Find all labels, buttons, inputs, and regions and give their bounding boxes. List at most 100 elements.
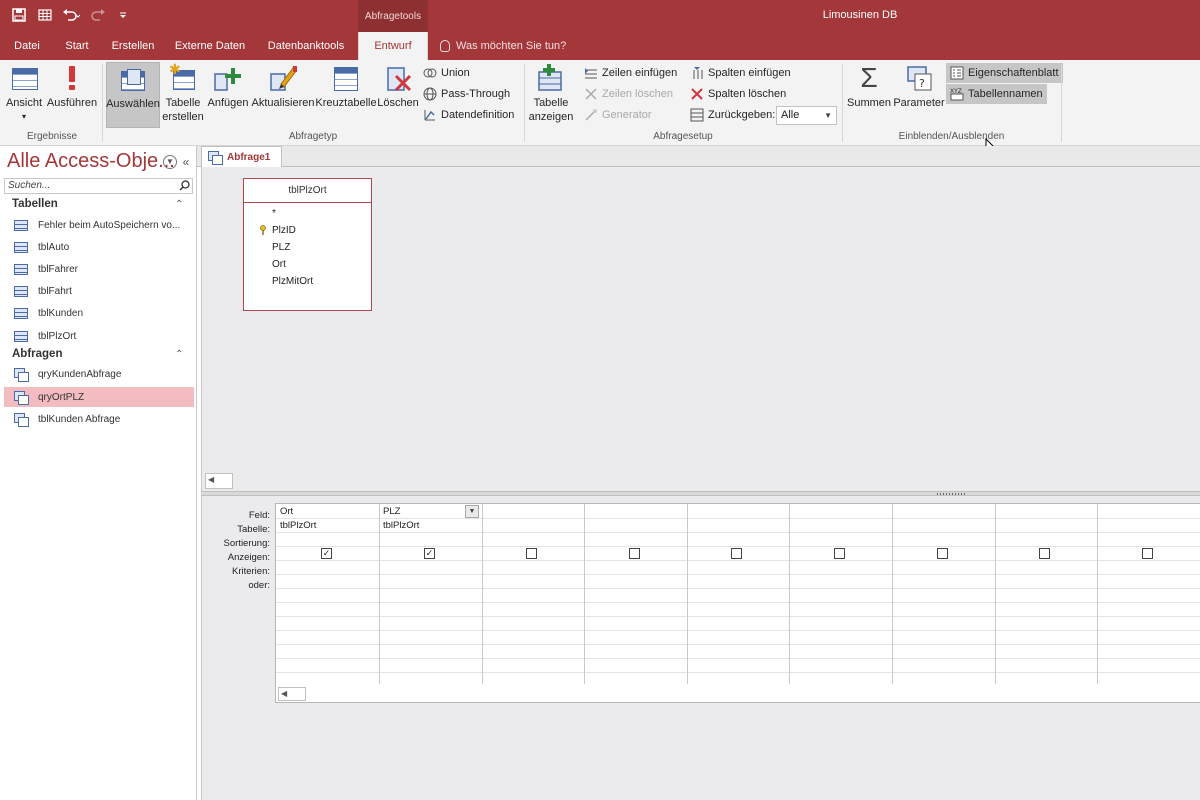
union-button[interactable]: Union	[423, 63, 470, 83]
grid-column-divider[interactable]	[584, 504, 585, 684]
collapse-pane-icon[interactable]: «	[179, 155, 193, 169]
nav-item-query[interactable]: qryKundenAbfrage	[4, 364, 194, 384]
show-checkbox[interactable]	[1142, 548, 1153, 559]
field-list-item[interactable]: *	[272, 208, 276, 219]
nav-item-label: Fehler beim AutoSpeichern vo...	[38, 219, 181, 231]
save-icon[interactable]	[10, 6, 28, 24]
ausfuehren-label: Ausführen	[46, 97, 98, 109]
eigenschaftenblatt-button[interactable]: Eigenschaftenblatt	[946, 63, 1063, 83]
spalten-loeschen-button[interactable]: Spalten löschen	[690, 84, 786, 104]
parameter-label: Parameter	[893, 97, 945, 109]
tab-start[interactable]: Start	[54, 32, 100, 60]
field-list-item[interactable]: PlzID	[272, 225, 296, 236]
nav-pane-title[interactable]: Alle Access-Obje...	[7, 150, 175, 173]
tab-datei[interactable]: Datei	[4, 32, 50, 60]
context-tab-group-label: Abfragetools	[358, 0, 428, 32]
chevron-down-icon: ▼	[824, 111, 832, 120]
nav-item-query[interactable]: tblKunden Abfrage	[4, 409, 194, 429]
show-checkbox[interactable]	[629, 548, 640, 559]
show-checkbox[interactable]	[526, 548, 537, 559]
field-list-item[interactable]: Ort	[272, 259, 286, 270]
grid-column-divider[interactable]	[379, 504, 380, 684]
redo-icon[interactable]	[88, 6, 106, 24]
tab-datenbanktools[interactable]: Datenbanktools	[258, 32, 354, 60]
show-checkbox[interactable]	[937, 548, 948, 559]
field-list-table[interactable]: tblPlzOrt * PlzID PLZ Ort PlzMitOrt	[243, 178, 372, 311]
loeschen-button[interactable]: Löschen	[377, 62, 419, 128]
aktualisieren-button[interactable]: Aktualisieren	[252, 62, 315, 128]
nav-section-tabellen[interactable]: Tabellen	[12, 198, 58, 210]
nav-item-table[interactable]: tblPlzOrt	[4, 326, 194, 346]
tell-me-box[interactable]: Was möchten Sie tun?	[440, 32, 566, 60]
nav-item-table[interactable]: tblAuto	[4, 237, 194, 257]
nav-item-table[interactable]: tblFahrt	[4, 281, 194, 301]
zeilen-einfuegen-button[interactable]: Zeilen einfügen	[584, 63, 677, 83]
nav-search-input[interactable]: Suchen...	[4, 178, 193, 194]
grid-row-line	[276, 518, 1200, 519]
grid-column-divider[interactable]	[1097, 504, 1098, 684]
grid-horizontal-scrollbar[interactable]: ◀	[278, 687, 306, 701]
field-dropdown-icon[interactable]: ▼	[465, 505, 479, 518]
qbe-grid[interactable]: ◀ Ort tblPlzOrt ✓ PLZ tblPlzOrt ▼ ✓	[275, 503, 1200, 703]
splitter-grip[interactable]	[937, 493, 967, 495]
nav-menu-dropdown-icon[interactable]: ▼	[163, 155, 177, 169]
grid-row-line	[276, 644, 1200, 645]
spalten-einfuegen-button[interactable]: Spalten einfügen	[690, 63, 791, 83]
qbe-table-cell[interactable]: tblPlzOrt	[383, 520, 419, 531]
field-list-item[interactable]: PlzMitOrt	[272, 276, 313, 287]
undo-icon[interactable]	[62, 6, 80, 24]
search-icon[interactable]	[179, 180, 190, 191]
summen-button[interactable]: Σ Summen	[846, 62, 892, 128]
table-icon	[14, 241, 28, 253]
qbe-table-cell[interactable]: tblPlzOrt	[280, 520, 316, 531]
datasheet-view-icon[interactable]	[36, 6, 54, 24]
property-sheet-icon	[950, 66, 964, 80]
document-tab-abfrage1[interactable]: Abfrage1	[201, 146, 282, 167]
section-collapse-icon[interactable]: ⌃	[175, 349, 183, 360]
customize-qat-icon[interactable]	[114, 6, 132, 24]
nav-item-table[interactable]: Fehler beim AutoSpeichern vo...	[4, 215, 194, 235]
qbe-field-cell[interactable]: Ort	[280, 506, 293, 517]
nav-item-table[interactable]: tblFahrer	[4, 259, 194, 279]
ansicht-button[interactable]: Ansicht ▾	[4, 62, 44, 128]
tabellennamen-button[interactable]: XYZ Tabellennamen	[946, 84, 1047, 104]
qbe-field-cell[interactable]: PLZ	[383, 506, 400, 517]
grid-column-divider[interactable]	[892, 504, 893, 684]
tab-erstellen[interactable]: Erstellen	[104, 32, 162, 60]
field-list-item[interactable]: PLZ	[272, 242, 290, 253]
grid-column-divider[interactable]	[482, 504, 483, 684]
show-checkbox[interactable]	[731, 548, 742, 559]
nav-item-table[interactable]: tblKunden	[4, 303, 194, 323]
tabelle-anzeigen-button[interactable]: Tabelle anzeigen	[528, 62, 574, 128]
section-collapse-icon[interactable]: ⌃	[175, 199, 183, 210]
scroll-left-icon[interactable]: ◀	[208, 475, 214, 484]
tab-externe-daten[interactable]: Externe Daten	[166, 32, 254, 60]
datendefinition-button[interactable]: Datendefinition	[423, 105, 514, 125]
kreuztabelle-button[interactable]: Kreuztabelle	[315, 62, 377, 128]
parameter-button[interactable]: ? Parameter	[893, 62, 945, 128]
field-list-title[interactable]: tblPlzOrt	[244, 179, 371, 203]
show-checkbox[interactable]: ✓	[424, 548, 435, 559]
zurueckgeben-select[interactable]: Alle ▼	[776, 106, 837, 125]
grid-column-divider[interactable]	[687, 504, 688, 684]
delete-rows-icon	[584, 87, 598, 101]
zeilen-loeschen-button[interactable]: Zeilen löschen	[584, 84, 673, 104]
query-design-area[interactable]: tblPlzOrt * PlzID PLZ Ort PlzMitOrt ◀	[201, 167, 1200, 491]
scroll-left-icon[interactable]: ◀	[281, 689, 287, 698]
tab-entwurf[interactable]: Entwurf	[358, 32, 428, 60]
show-checkbox[interactable]: ✓	[321, 548, 332, 559]
pass-through-button[interactable]: Pass-Through	[423, 84, 510, 104]
ausfuehren-button[interactable]: Ausführen	[46, 62, 98, 128]
nav-section-abfragen[interactable]: Abfragen	[12, 348, 62, 360]
anfuegen-button[interactable]: Anfügen	[206, 62, 250, 128]
auswaehlen-button[interactable]: Auswählen	[106, 62, 160, 128]
show-checkbox[interactable]	[1039, 548, 1050, 559]
nav-item-query-selected[interactable]: qryOrtPLZ	[4, 387, 194, 407]
eigenschaftenblatt-label: Eigenschaftenblatt	[968, 67, 1059, 79]
generator-button[interactable]: Generator	[584, 105, 652, 125]
grid-column-divider[interactable]	[995, 504, 996, 684]
show-checkbox[interactable]	[834, 548, 845, 559]
tabelle-erstellen-button[interactable]: ✱ Tabelle erstellen	[162, 62, 204, 128]
horizontal-scrollbar[interactable]: ◀	[205, 473, 233, 489]
grid-column-divider[interactable]	[789, 504, 790, 684]
